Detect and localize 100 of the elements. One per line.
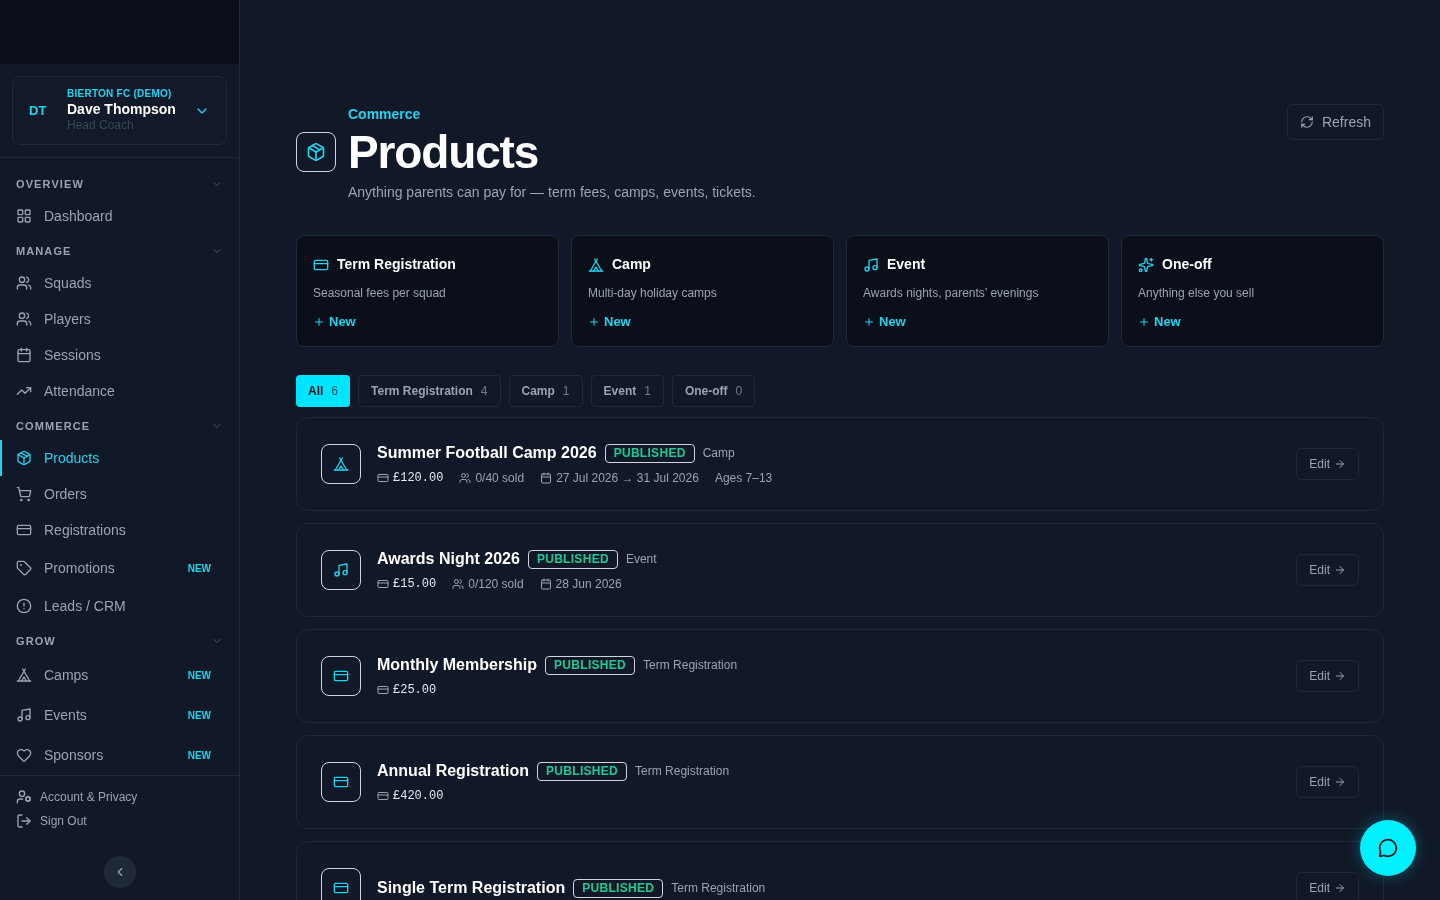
edit-button[interactable]: Edit [1296, 766, 1359, 798]
product-type: Term Registration [643, 657, 738, 674]
plus-icon [1138, 315, 1150, 328]
status-badge: PUBLISHED [537, 761, 628, 781]
nav-item[interactable]: Attendance [0, 373, 239, 409]
music-note-icon [16, 707, 32, 723]
nav-item[interactable]: Dashboard [0, 198, 239, 234]
arrow-right-icon [1334, 564, 1346, 576]
new-label: NEW [187, 561, 212, 576]
arrow-right-icon [1334, 458, 1346, 470]
org-name: BIERTON FC (DEMO) [67, 88, 173, 101]
section-heading: MANAGE [16, 243, 72, 259]
card-icon [377, 472, 389, 484]
product-card[interactable]: Monthly Membership PUBLISHED Term Registration £25.00 Edit [296, 629, 1384, 723]
chat-button[interactable] [1360, 820, 1416, 876]
arrow-right-icon [1334, 882, 1346, 894]
music-note-icon [863, 256, 879, 273]
status-badge: PUBLISHED [604, 443, 695, 463]
status-badge: PUBLISHED [573, 878, 664, 898]
product-name: Summer Football Camp 2026 [377, 443, 597, 463]
box-icon [16, 450, 32, 466]
nav-item[interactable]: Leads / CRM [0, 588, 239, 624]
nav-item[interactable]: Sponsors NEW [0, 735, 239, 775]
page-title: Products [348, 125, 539, 180]
calendar-icon [16, 347, 32, 363]
price: £15.00 [393, 576, 437, 593]
card-icon [377, 684, 389, 696]
users-icon [16, 275, 32, 291]
sparkles-icon [1138, 256, 1154, 273]
user-name: Dave Thompson [67, 100, 177, 118]
category-title: Event [887, 255, 926, 274]
product-type: Term Registration [635, 763, 730, 780]
cart-icon [16, 486, 32, 502]
nav-item[interactable]: Camps NEW [0, 655, 239, 695]
footer-link[interactable]: Account & Privacy [16, 788, 223, 806]
new-button[interactable]: New [863, 312, 906, 332]
nav-item[interactable]: Orders [0, 476, 239, 512]
filter-tab[interactable]: Event 1 [590, 375, 664, 407]
box-icon [306, 142, 326, 162]
calendar-icon [540, 472, 553, 484]
refresh-button[interactable]: Refresh [1286, 104, 1384, 140]
filter-tab[interactable]: Camp 1 [508, 375, 583, 407]
edit-button[interactable]: Edit [1296, 660, 1359, 692]
card-icon [333, 668, 349, 684]
category-title: One-off [1162, 255, 1212, 274]
dates: 28 Jun 2026 [555, 576, 622, 593]
new-button[interactable]: New [588, 312, 631, 332]
new-button[interactable]: New [1138, 312, 1181, 332]
category-title: Camp [612, 255, 651, 274]
product-name: Monthly Membership [377, 655, 537, 675]
category-description: Seasonal fees per squad [313, 285, 447, 302]
edit-button[interactable]: Edit [1296, 872, 1359, 900]
arrow-right-icon [1334, 776, 1346, 788]
price: £420.00 [393, 788, 444, 805]
card-icon [333, 880, 349, 896]
collapse-button[interactable] [103, 856, 136, 888]
status-badge: PUBLISHED [527, 549, 618, 569]
edit-button[interactable]: Edit [1296, 448, 1359, 480]
product-card[interactable]: Annual Registration PUBLISHED Term Registration £420.00 Edit [296, 735, 1384, 829]
card-icon [377, 790, 389, 802]
plus-icon [313, 315, 325, 328]
nav-item[interactable]: Events NEW [0, 695, 239, 735]
product-card[interactable]: Summer Football Camp 2026 PUBLISHED Camp £120.00 0/40 sold 27 Jul 2026 → 31 Jul 2026 Ages 7–13 Edit [296, 417, 1384, 511]
section-heading: OVERVIEW [16, 176, 84, 192]
nav-item[interactable]: Squads [0, 265, 239, 301]
grid-icon [16, 208, 32, 224]
category-title: Term Registration [337, 255, 456, 274]
edit-button[interactable]: Edit [1296, 554, 1359, 586]
plus-icon [588, 315, 600, 328]
product-card[interactable]: Awards Night 2026 PUBLISHED Event £15.00 0/120 sold 28 Jun 2026 Edit [296, 523, 1384, 617]
ages: Ages 7–13 [714, 470, 773, 487]
section-heading: COMMERCE [16, 418, 91, 434]
filter-tab[interactable]: One-off 0 [671, 375, 756, 407]
new-label: NEW [187, 668, 212, 683]
product-name: Single Term Registration [377, 878, 566, 898]
sign-out-icon [16, 813, 32, 829]
footer-link[interactable]: Sign Out [16, 812, 223, 830]
plus-icon [863, 315, 875, 328]
music-note-icon [333, 562, 349, 578]
filter-tab[interactable]: All 6 [296, 375, 351, 407]
product-name: Awards Night 2026 [377, 549, 520, 569]
new-button[interactable]: New [313, 312, 356, 332]
sold-count: 0/40 sold [475, 470, 525, 487]
eyebrow: Commerce [348, 105, 422, 124]
chat-icon [1378, 838, 1398, 858]
nav-item[interactable]: Products [0, 440, 239, 476]
filter-tab[interactable]: Term Registration 4 [358, 375, 501, 407]
arrow-right-icon [1334, 670, 1346, 682]
product-type: Term Registration [671, 880, 766, 897]
product-card[interactable]: Single Term Registration PUBLISHED Term Registration Edit [296, 841, 1384, 900]
nav-item[interactable]: Sessions [0, 337, 239, 373]
price: £120.00 [393, 470, 444, 487]
nav-item[interactable]: Players [0, 301, 239, 337]
nav-item[interactable]: Registrations [0, 512, 239, 548]
new-label: NEW [187, 708, 212, 723]
category-description: Multi-day holiday camps [588, 285, 718, 302]
nav-item[interactable]: Promotions NEW [0, 548, 239, 588]
tag-icon [16, 560, 32, 576]
users-icon [16, 311, 32, 327]
price: £25.00 [393, 682, 437, 699]
